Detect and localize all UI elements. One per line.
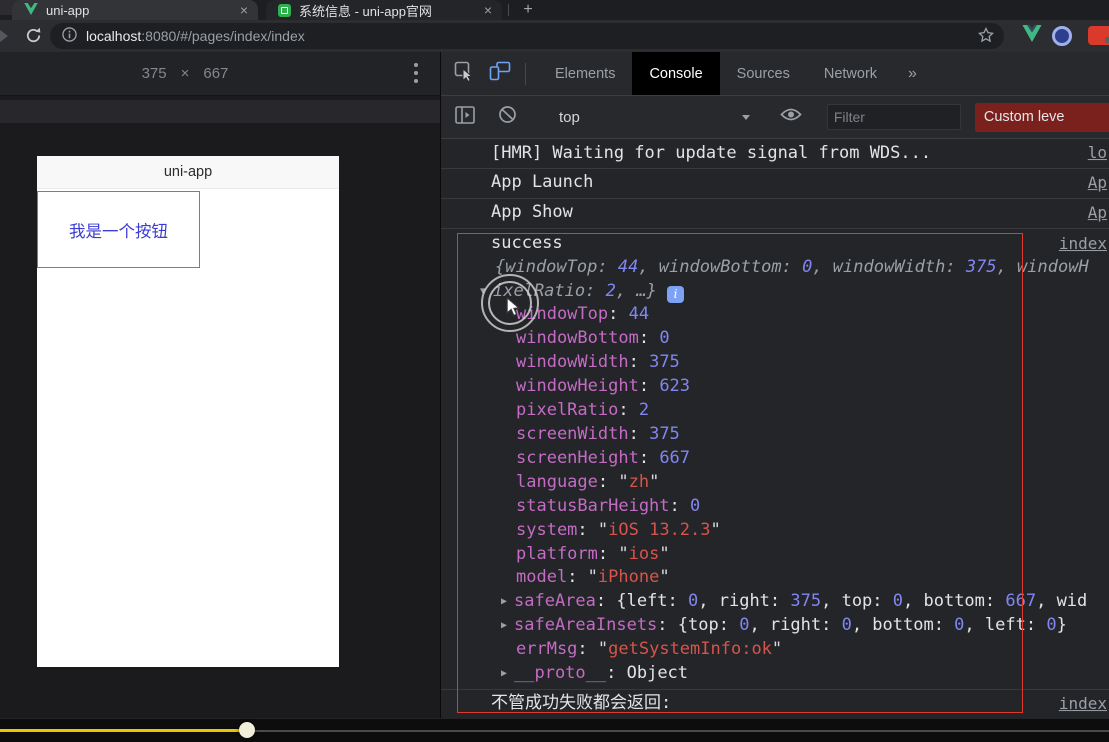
emulated-phone-screen: uni-app 我是一个按钮 [37, 156, 339, 667]
console-line: platform: "ios" [516, 543, 670, 564]
tab-sources[interactable]: Sources [720, 52, 807, 95]
tab-console[interactable]: Console [632, 52, 720, 95]
context-dropdown-caret-icon[interactable] [741, 114, 750, 120]
tab-network[interactable]: Network [807, 52, 894, 95]
console-row: 不管成功失败都会返回: index [441, 688, 1109, 719]
device-size-toolbar: 375 × 667 [0, 52, 440, 96]
progress-handle[interactable] [239, 722, 255, 738]
console-line: screenHeight: 667 [516, 447, 691, 468]
dimension-separator: × [180, 65, 190, 82]
console-row: App Launch Ap [441, 167, 1109, 198]
console-line: model: "iPhone" [516, 567, 670, 588]
console-row: success {windowTop: 44, windowBottom: 0, … [441, 227, 1109, 689]
console-output: [HMR] Waiting for update signal from WDS… [441, 139, 1109, 742]
console-line: language: "zh" [516, 471, 660, 492]
console-row: [HMR] Waiting for update signal from WDS… [441, 139, 1109, 168]
video-progress-bar[interactable] [0, 718, 1109, 742]
console-line: screenWidth: 375 [516, 423, 680, 444]
expander-icon[interactable]: ▼ [480, 280, 493, 304]
expander-icon[interactable]: ▶ [501, 614, 514, 638]
url-host: localhost [86, 28, 142, 44]
device-height-value[interactable]: 667 [203, 65, 228, 82]
console-sidebar-icon[interactable] [455, 105, 475, 129]
console-line: windowTop: 44 [516, 304, 650, 325]
browser-tab-uniapp[interactable]: uni-app × [12, 0, 258, 20]
console-line: {windowTop: 44, windowBottom: 0, windowW… [495, 256, 1089, 277]
console-line: windowHeight: 623 [516, 376, 691, 397]
app-navbar-title: uni-app [163, 164, 213, 180]
tab-title: uni-app [46, 2, 90, 18]
reload-button[interactable] [25, 27, 42, 49]
uniapp-favicon-icon [278, 3, 291, 17]
device-width-value[interactable]: 375 [142, 65, 167, 82]
progress-track [254, 729, 1109, 732]
tab-elements[interactable]: Elements [538, 52, 632, 95]
browser-toolbar: localhost:8080/#/pages/index/index [0, 20, 1109, 52]
app-navbar: uni-app [37, 156, 339, 189]
source-link[interactable]: index [1059, 232, 1107, 256]
source-link[interactable]: Ap [1088, 201, 1107, 225]
console-line: errMsg: "getSystemInfo:ok" [516, 639, 783, 660]
device-menu-kebab-icon[interactable] [414, 63, 418, 87]
expander-icon[interactable]: ▶ [501, 590, 514, 614]
info-icon[interactable]: i [667, 285, 685, 303]
inspect-element-icon[interactable] [454, 61, 475, 87]
console-toolbar: top Custom leve [441, 96, 1109, 139]
progress-played [0, 729, 247, 732]
forward-icon[interactable] [0, 30, 8, 42]
mouse-cursor-icon [506, 296, 521, 323]
clear-console-icon[interactable] [498, 105, 517, 129]
source-link[interactable]: Ap [1088, 171, 1107, 195]
custom-levels-dropdown[interactable]: Custom leve [974, 102, 1109, 132]
toolbar-divider [525, 62, 526, 85]
app-button[interactable]: 我是一个按钮 [37, 191, 200, 268]
console-line: App Launch [491, 172, 594, 193]
console-line: system: "iOS 13.2.3" [516, 519, 721, 540]
console-line: ▶ __proto__: Object [441, 662, 1109, 686]
console-line: 不管成功失败都会返回: [491, 693, 672, 714]
console-line: statusBarHeight: 0 [516, 495, 701, 516]
content-area: 375 × 667 uni-app 我是一个按钮 Elements Consol… [0, 52, 1109, 742]
source-link[interactable]: index [1059, 692, 1107, 716]
more-tabs-button[interactable]: » [908, 65, 917, 83]
console-line: pixelRatio: 2 [516, 400, 650, 421]
blue-extension-icon[interactable] [1052, 26, 1072, 46]
live-expression-eye-icon[interactable] [780, 107, 802, 127]
bookmark-star-icon[interactable] [977, 26, 995, 46]
url-path: :8080/#/pages/index/index [141, 28, 305, 44]
browser-tab-strip: uni-app × 系统信息 - uni-app官网 × + [0, 0, 1109, 20]
new-tab-button[interactable]: + [518, 0, 538, 20]
device-toolbar-toggle-icon[interactable] [489, 61, 511, 86]
console-line: success [491, 232, 563, 253]
custom-levels-label: Custom leve [983, 109, 1065, 125]
address-bar[interactable]: localhost:8080/#/pages/index/index [50, 23, 1004, 49]
console-line: windowBottom: 0 [516, 328, 670, 349]
site-info-icon[interactable] [62, 27, 77, 45]
console-line: App Show [491, 202, 573, 223]
vue-devtools-extension-icon[interactable] [1022, 25, 1042, 47]
devtools-pane: Elements Console Sources Network » top F… [441, 52, 1109, 742]
console-line: [HMR] Waiting for update signal from WDS… [491, 142, 932, 163]
tab-title: 系统信息 - uni-app官网 [299, 3, 432, 19]
browser-tab-uniapp-docs[interactable]: 系统信息 - uni-app官网 × [266, 0, 502, 20]
device-emulation-pane: 375 × 667 uni-app 我是一个按钮 [0, 52, 441, 742]
source-link[interactable]: lo [1088, 142, 1107, 166]
console-line: ▶ safeArea: {left: 0, right: 375, top: 0,… [441, 590, 1109, 614]
context-selector[interactable]: top [559, 109, 580, 126]
console-line: windowWidth: 375 [516, 352, 680, 373]
console-row: App Show Ap [441, 197, 1109, 228]
devtools-tabbar: Elements Console Sources Network » [441, 52, 1109, 96]
viewport-top-band [0, 100, 440, 123]
filter-input[interactable] [826, 104, 961, 130]
expander-icon[interactable]: ▶ [501, 662, 514, 686]
tab-divider [508, 4, 509, 16]
browser-window: uni-app × 系统信息 - uni-app官网 × + localhost… [0, 0, 1109, 742]
vue-favicon-icon [24, 2, 38, 18]
tab-close-icon[interactable]: × [484, 3, 492, 17]
console-line: ▶ safeAreaInsets: {top: 0, right: 0, bott… [441, 614, 1109, 638]
red-extension-icon[interactable] [1088, 26, 1109, 45]
tab-close-icon[interactable]: × [240, 3, 248, 17]
console-line: ▼ ixelRatio: 2, …} i [441, 280, 1109, 304]
